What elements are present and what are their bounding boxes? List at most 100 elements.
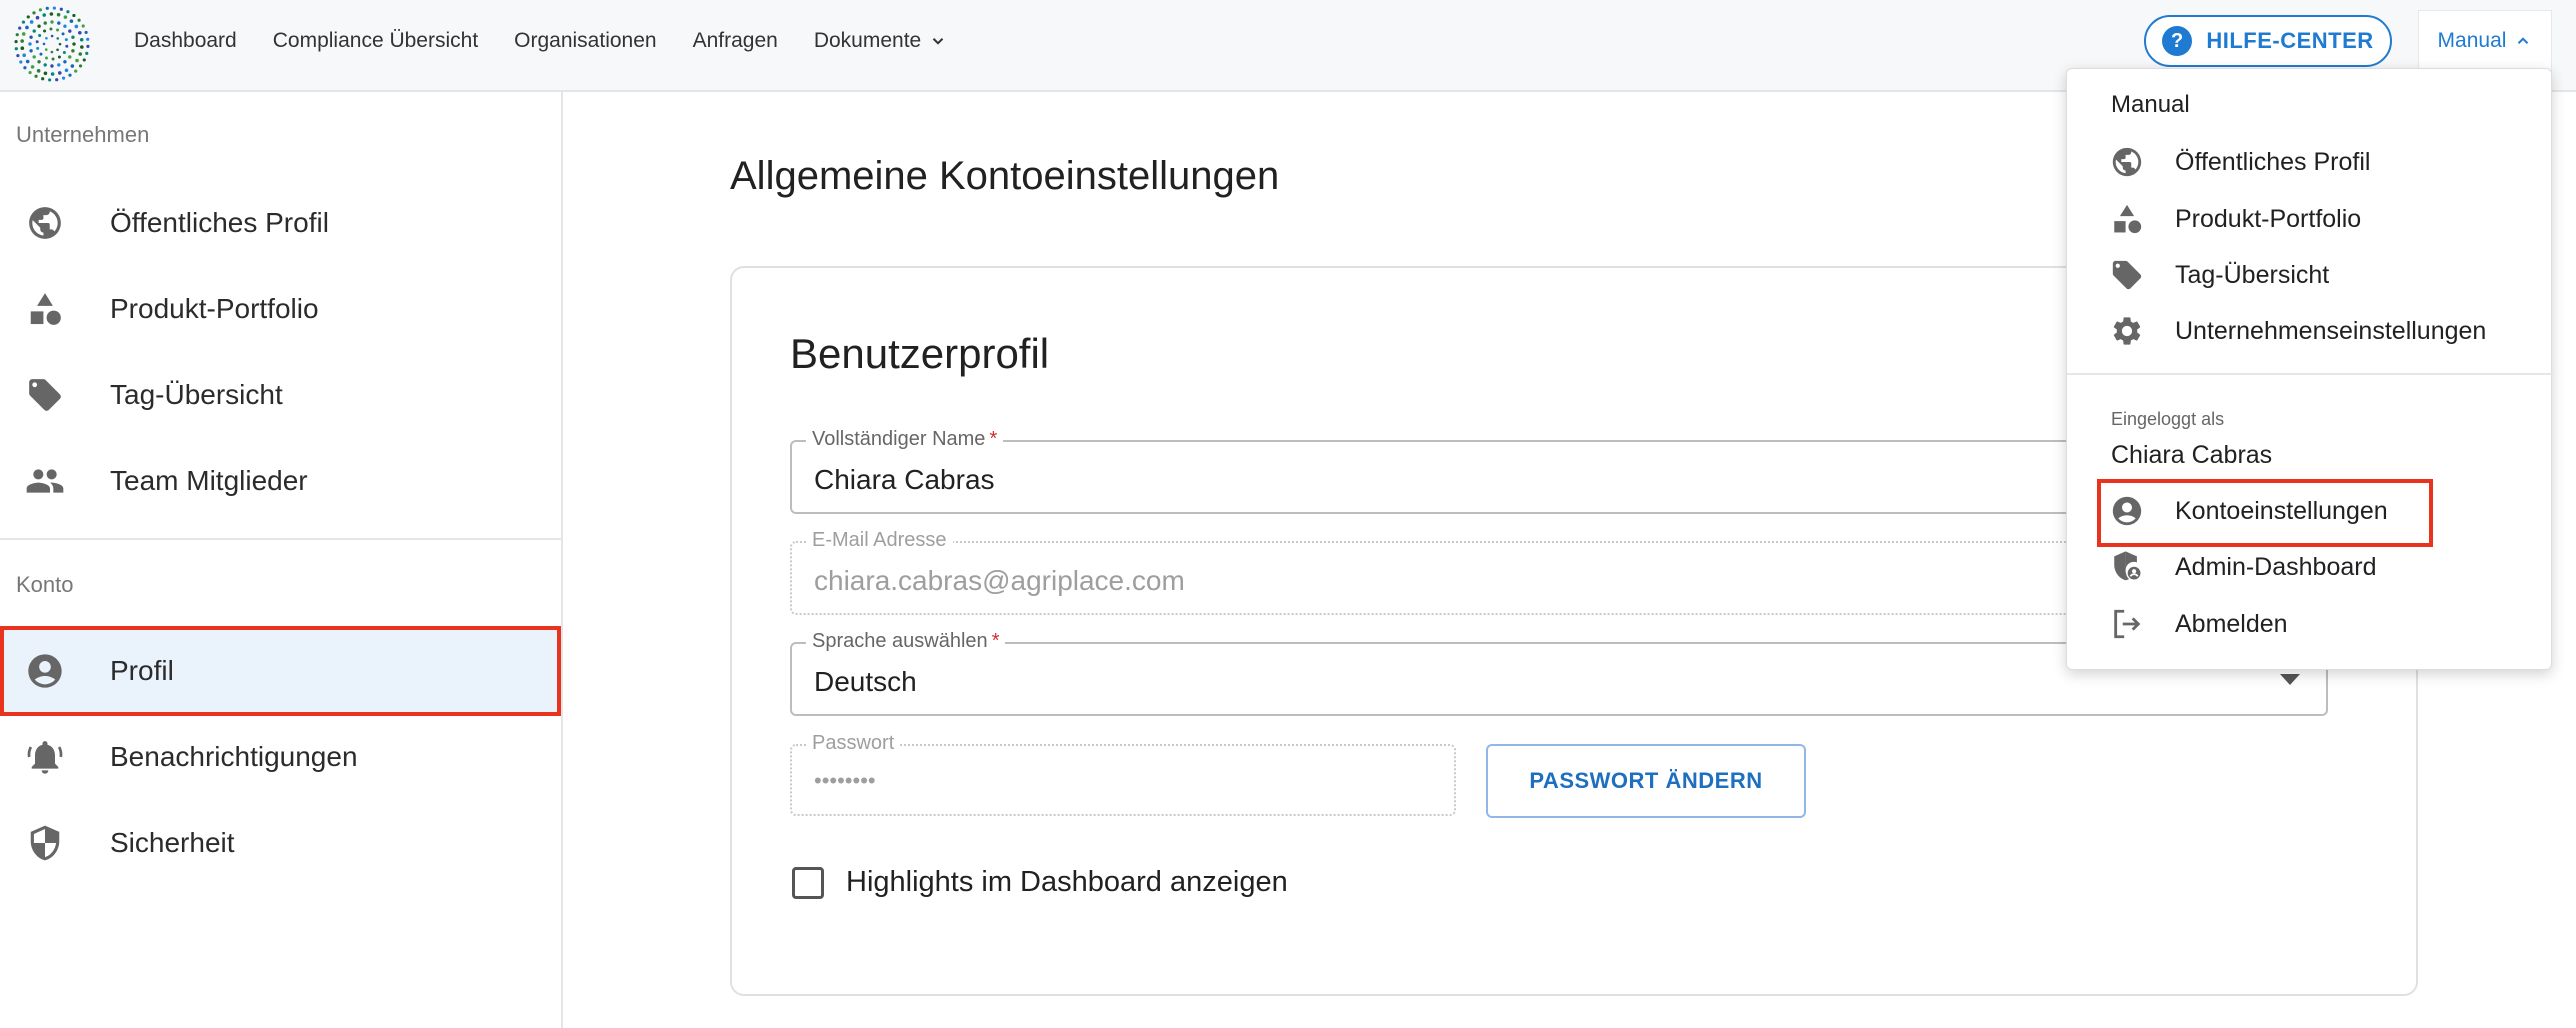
sidebar-item-product-portfolio[interactable]: Produkt-Portfolio [0, 266, 561, 352]
menu-item-company-settings[interactable]: Unternehmenseinstellungen [2067, 305, 2553, 357]
logo-dot [56, 12, 61, 17]
logged-in-user-name: Chiara Cabras [2111, 441, 2273, 469]
account-circle-icon [2109, 493, 2145, 529]
logo-dot [57, 21, 61, 25]
logo-dot [85, 51, 89, 55]
logo-dot [38, 8, 43, 12]
logo-dot [51, 57, 55, 61]
highlights-checkbox-row[interactable]: Highlights im Dashboard anzeigen [792, 866, 1288, 899]
page-title: Allgemeine Kontoeinstellungen [730, 154, 1280, 198]
logo-dot [56, 28, 60, 32]
logo-dot [78, 30, 82, 35]
logo-dot [42, 42, 46, 46]
logo-dot [64, 68, 69, 73]
logo-dot [41, 77, 45, 81]
sidebar: Unternehmen Öffentliches Profil Produkt-… [0, 92, 563, 1028]
logo-dot [26, 15, 30, 19]
logo-dot [79, 37, 84, 42]
logo-dot [42, 13, 47, 17]
sidebar-item-label: Produkt-Portfolio [110, 293, 319, 324]
logo-dot [68, 73, 72, 77]
logo-dot [30, 65, 35, 69]
sidebar-item-tag-overview[interactable]: Tag-Übersicht [0, 352, 561, 438]
logo-dot [49, 27, 53, 31]
nav-anfragen[interactable]: Anfragen [693, 29, 778, 53]
logo-dot [86, 37, 90, 41]
main-nav: Dashboard Compliance Übersicht Organisat… [134, 0, 983, 82]
logo-dot [45, 6, 49, 10]
nav-dokumente[interactable]: Dokumente [814, 29, 947, 53]
logo-dot [78, 64, 83, 68]
nav-organisationen-label: Organisationen [514, 29, 657, 52]
change-password-button[interactable]: PASSWORT ÄNDERN [1486, 744, 1806, 818]
email-label: E-Mail Adresse [806, 529, 953, 552]
tag-icon [24, 374, 66, 416]
logo-dot [35, 40, 39, 44]
language-value: Deutsch [814, 666, 917, 697]
logo-dot [29, 20, 34, 24]
logo-dot [61, 32, 65, 36]
menu-item-tag-overview[interactable]: Tag-Übersicht [2067, 249, 2553, 301]
nav-anfragen-label: Anfragen [692, 29, 778, 52]
logo-dot [56, 48, 59, 52]
logo-dot [19, 60, 23, 64]
admin-shield-icon [2109, 549, 2145, 585]
logo-dot [57, 55, 61, 59]
sidebar-item-profile[interactable]: Profil [0, 626, 561, 716]
logo-dot [63, 60, 67, 64]
logo-dot [28, 70, 32, 75]
sidebar-item-public-profile[interactable]: Öffentliches Profil [0, 180, 561, 266]
logo-dot [55, 78, 59, 82]
logo-dot [57, 63, 61, 67]
logo-dot [16, 53, 20, 58]
logo-dot [68, 29, 72, 33]
menu-item-logout[interactable]: Abmelden [2067, 598, 2553, 650]
logo-dot [35, 15, 40, 20]
logo-dot [62, 50, 66, 54]
logo-dot [81, 24, 85, 28]
menu-item-label: Abmelden [2175, 609, 2288, 638]
highlights-checkbox[interactable] [792, 866, 824, 899]
logo-dot [36, 69, 41, 73]
nav-compliance[interactable]: Compliance Übersicht [273, 29, 478, 53]
company-logo[interactable] [14, 6, 90, 82]
logo-dot [61, 76, 66, 80]
tag-icon [2109, 257, 2145, 293]
logo-dot [48, 78, 52, 82]
help-center-button[interactable]: ? HILFE-CENTER [2144, 15, 2392, 67]
menu-item-public-profile[interactable]: Öffentliches Profil [2067, 136, 2553, 188]
logo-dot [68, 55, 72, 59]
logged-in-as-label: Eingeloggt als [2111, 409, 2225, 429]
logout-icon [2109, 606, 2145, 642]
sidebar-divider [0, 538, 561, 540]
menu-item-account-settings[interactable]: Kontoeinstellungen [2067, 479, 2553, 547]
logo-dot [38, 34, 42, 38]
bell-icon [24, 736, 66, 778]
menu-header: Manual [2111, 91, 2190, 118]
nav-dashboard[interactable]: Dashboard [134, 29, 237, 53]
logo-dot [74, 69, 78, 73]
logo-dot [34, 74, 38, 78]
logo-dot [64, 38, 68, 42]
logo-dot [52, 6, 56, 10]
logo-dot [56, 37, 60, 40]
user-menu-button[interactable]: Manual [2418, 10, 2552, 72]
sidebar-item-label: Profil [110, 655, 174, 686]
sidebar-item-team-members[interactable]: Team Mitglieder [0, 438, 561, 524]
chevron-up-icon [2518, 37, 2529, 44]
required-marker: * [989, 428, 998, 450]
logo-dot [71, 49, 75, 53]
sidebar-item-notifications[interactable]: Benachrichtigungen [0, 714, 561, 800]
logo-dot [72, 13, 76, 18]
logo-dot [50, 50, 54, 54]
logo-dot [22, 53, 26, 58]
menu-item-admin-dashboard[interactable]: Admin-Dashboard [2067, 541, 2553, 593]
logo-dot [15, 33, 19, 37]
sidebar-item-security[interactable]: Sicherheit [0, 800, 561, 886]
menu-item-product-portfolio[interactable]: Produkt-Portfolio [2067, 193, 2553, 245]
card-title: Benutzerprofil [790, 330, 1050, 377]
sidebar-section-account: Konto [16, 572, 74, 597]
sidebar-section-company: Unternehmen [16, 122, 150, 147]
logo-dot [43, 71, 48, 76]
nav-organisationen[interactable]: Organisationen [514, 29, 656, 53]
